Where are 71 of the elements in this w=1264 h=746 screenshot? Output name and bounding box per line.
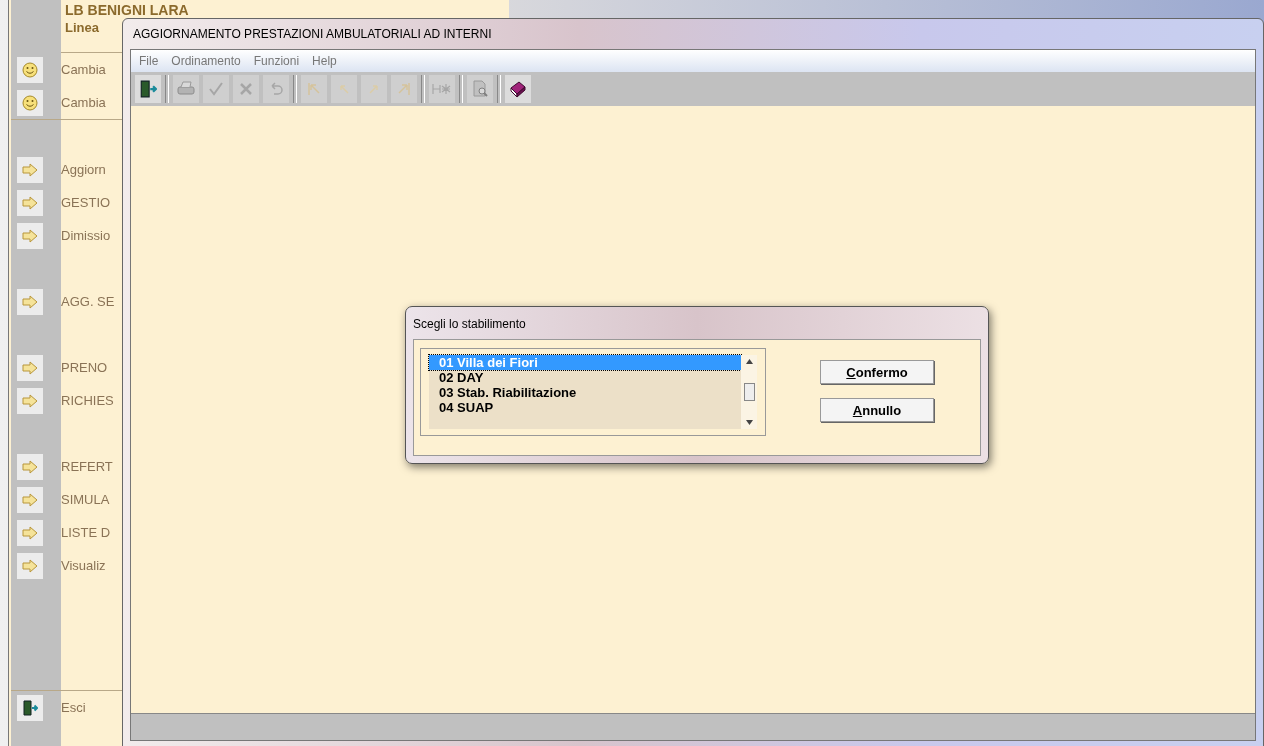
arrow-right-icon (22, 162, 38, 177)
cross-icon (238, 81, 254, 97)
document-magnifier-icon (472, 80, 488, 98)
menu-icon-button[interactable] (17, 453, 43, 480)
menu-icon-button[interactable] (17, 387, 43, 414)
menu-item-label[interactable]: Cambia (55, 95, 106, 110)
arrow-star-icon (432, 82, 452, 96)
first-record-icon (307, 81, 321, 97)
arrow-right-icon (22, 360, 38, 375)
door-exit-icon (139, 80, 157, 98)
menu-item-label[interactable]: REFERT (55, 459, 113, 474)
menu-icon-button[interactable] (17, 552, 43, 579)
menu-item[interactable]: Funzioni (253, 54, 300, 68)
arrow-right-icon (22, 558, 38, 573)
menu-item-label[interactable]: SIMULA (55, 492, 110, 507)
menu-icon-button[interactable] (17, 486, 43, 513)
last-record-icon (397, 81, 411, 97)
menu-item[interactable]: File (139, 54, 159, 68)
menu-item-label[interactable]: AGG. SE (55, 294, 115, 309)
toolbar-button[interactable] (135, 75, 161, 103)
menu-icon-button[interactable] (17, 354, 43, 381)
menu-item-label[interactable]: Aggiorn (55, 162, 106, 177)
smiley-icon (22, 61, 38, 78)
menu-item-label[interactable]: RICHIES (55, 393, 114, 408)
arrow-up-right-icon (368, 83, 380, 95)
arrow-right-icon (22, 393, 38, 408)
menu-item-label[interactable]: Dimissio (55, 228, 111, 243)
menu-item-label[interactable]: Cambia (55, 62, 106, 77)
door-exit-icon (22, 699, 38, 716)
toolbar-button[interactable] (505, 75, 531, 103)
arrow-right-icon (22, 228, 38, 243)
dialog-button[interactable]: Confermo (820, 360, 934, 384)
scrollbar[interactable] (741, 355, 757, 429)
menu-item-label[interactable]: Esci (55, 700, 86, 715)
scroll-up-icon (745, 359, 753, 364)
arrow-right-icon (22, 459, 38, 474)
scroll-down-icon (745, 420, 753, 425)
menu-icon-button[interactable] (17, 189, 43, 216)
window-title: AGGIORNAMENTO PRESTAZIONI AMBULATORIALI AD INTERNI (133, 27, 492, 41)
menu-item[interactable]: Help (312, 54, 337, 68)
arrow-up-left-icon (338, 83, 350, 95)
menu-icon-button[interactable] (17, 519, 43, 546)
list-item[interactable]: 02 DAY (429, 370, 741, 385)
dialog-button[interactable]: Annullo (820, 398, 934, 422)
exit-button[interactable] (17, 694, 43, 721)
scrollbar-thumb[interactable] (743, 383, 755, 401)
checkmark-icon (208, 81, 224, 97)
smiley-icon (22, 94, 38, 111)
menu-item-label[interactable]: LISTE D (55, 525, 111, 540)
menu-item-label[interactable]: GESTIO (55, 195, 111, 210)
menu-item[interactable]: Ordinamento (171, 54, 241, 68)
menu-icon-button[interactable] (17, 288, 43, 315)
menu-item-label[interactable]: Visualiz (55, 558, 106, 573)
user-name: LB BENIGNI LARA (65, 2, 189, 18)
menu-icon-button[interactable] (17, 89, 43, 116)
arrow-right-icon (22, 294, 38, 309)
arrow-right-icon (22, 492, 38, 507)
list-item[interactable]: 03 Stab. Riabilitazione (429, 385, 741, 400)
dialog-title: Scegli lo stabilimento (412, 316, 527, 333)
printer-icon (177, 81, 195, 97)
undo-icon (268, 82, 284, 96)
menu-icon-button[interactable] (17, 156, 43, 183)
list-item[interactable]: 01 Villa dei Fiori (429, 355, 741, 370)
list-item[interactable]: 04 SUAP (429, 400, 741, 415)
book-icon (509, 80, 527, 98)
subtitle: Linea (65, 19, 99, 37)
menu-icon-button[interactable] (17, 56, 43, 83)
menu-item-label[interactable]: PRENO (55, 360, 108, 375)
arrow-right-icon (22, 525, 38, 540)
menu-icon-button[interactable] (17, 222, 43, 249)
arrow-right-icon (22, 195, 38, 210)
